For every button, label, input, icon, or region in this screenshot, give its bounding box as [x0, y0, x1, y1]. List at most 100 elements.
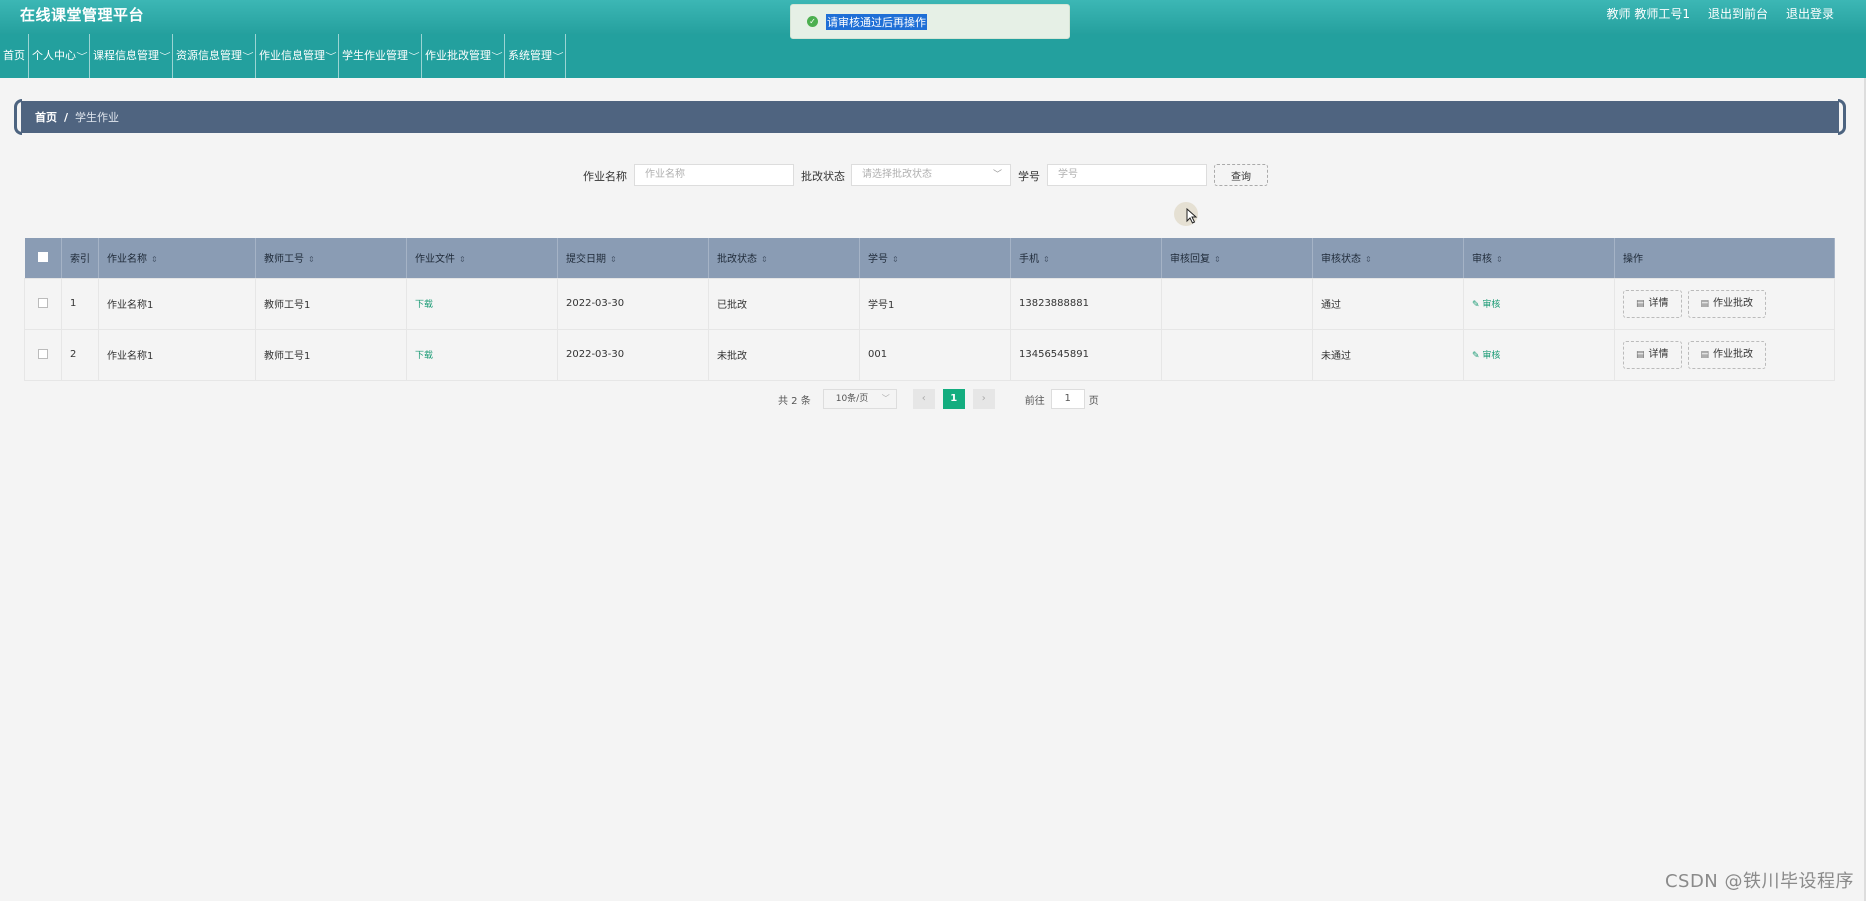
cell-student: 001	[859, 328, 1011, 381]
chevron-down-icon: ﹀	[159, 52, 171, 61]
nav-item-4[interactable]: 作业信息管理﹀	[256, 34, 339, 78]
bracket-right-decoration	[1838, 99, 1846, 135]
nav-item-1[interactable]: 个人中心﹀	[29, 34, 90, 78]
cell-name: 作业名称1	[98, 328, 256, 381]
logout-link[interactable]: 退出登录	[1786, 5, 1834, 22]
column-header-3[interactable]: 作业文件 ⇕	[406, 238, 558, 279]
breadcrumb-bar: 首页 / 学生作业	[14, 99, 1846, 135]
detail-button[interactable]: ▤ 详情	[1623, 340, 1682, 369]
cell-actions: ▤ 详情 ▤ 作业批改	[1614, 328, 1835, 381]
sort-icon[interactable]: ⇕	[1043, 255, 1050, 264]
breadcrumb-home[interactable]: 首页	[35, 109, 57, 125]
document-icon: ▤	[1700, 349, 1710, 360]
cell-phone: 13823888881	[1010, 277, 1162, 330]
table-row: 2 作业名称1 教师工号1 下载 2022-03-30 未批改 001 13456545891…	[24, 328, 1835, 381]
download-link[interactable]: 下载	[415, 351, 433, 361]
sort-icon[interactable]: ⇕	[761, 255, 768, 264]
homework-name-input[interactable]: 作业名称	[634, 164, 794, 186]
nav-item-label: 作业批改管理	[425, 49, 491, 62]
sort-icon[interactable]: ⇕	[308, 255, 315, 264]
review-link[interactable]: ✎ 审核	[1472, 300, 1500, 310]
review-link[interactable]: ✎ 审核	[1472, 351, 1500, 361]
cell-student: 学号1	[859, 277, 1011, 330]
detail-button[interactable]: ▤ 详情	[1623, 289, 1682, 318]
cell-review_status: 未通过	[1312, 328, 1464, 381]
goto-label: 前往	[1024, 395, 1045, 407]
cell-file: 下载	[406, 328, 558, 381]
cell-review: ✎ 审核	[1463, 328, 1615, 381]
sort-icon[interactable]: ⇕	[610, 255, 617, 264]
toast-message: ✓ 请审核通过后再操作	[790, 4, 1070, 39]
sort-icon[interactable]: ⇕	[1365, 255, 1372, 264]
column-header-5[interactable]: 批改状态 ⇕	[708, 238, 860, 279]
page-size-select[interactable]: 10条/页 ﹀	[822, 389, 897, 409]
grade-homework-button[interactable]: ▤ 作业批改	[1687, 340, 1767, 369]
sort-icon[interactable]: ⇕	[1496, 255, 1503, 264]
column-header-1[interactable]: 作业名称 ⇕	[98, 238, 256, 279]
select-all-checkbox[interactable]	[37, 252, 48, 263]
prev-page-button[interactable]: ‹	[912, 389, 935, 409]
column-header-label: 手机	[1019, 254, 1039, 266]
select-all-checkbox-cell[interactable]	[24, 238, 62, 279]
table-header-row: 索引 作业名称 ⇕ 教师工号 ⇕ 作业文件 ⇕ 提交日期 ⇕ 批改状态 ⇕ 学号 ⇕ 手机 ⇕ 审核回复 ⇕ 审核…	[24, 238, 1835, 279]
nav-item-3[interactable]: 资源信息管理﹀	[173, 34, 256, 78]
detail-button-label: 详情	[1648, 297, 1669, 309]
student-id-input[interactable]: 学号	[1047, 164, 1207, 186]
homework-table: 索引 作业名称 ⇕ 教师工号 ⇕ 作业文件 ⇕ 提交日期 ⇕ 批改状态 ⇕ 学号 ⇕ 手机 ⇕ 审核回复 ⇕ 审核…	[24, 238, 1835, 381]
column-header-4[interactable]: 提交日期 ⇕	[557, 238, 709, 279]
column-header-9[interactable]: 审核状态 ⇕	[1312, 238, 1464, 279]
student-id-label: 学号	[1018, 170, 1040, 183]
chevron-down-icon: ﹀	[491, 52, 503, 61]
row-checkbox[interactable]	[38, 349, 48, 359]
nav-item-label: 系统管理	[508, 49, 552, 62]
column-header-label: 操作	[1623, 254, 1643, 266]
row-checkbox[interactable]	[38, 298, 48, 308]
column-header-6[interactable]: 学号 ⇕	[859, 238, 1011, 279]
nav-item-6[interactable]: 作业批改管理﹀	[422, 34, 505, 78]
sort-icon[interactable]: ⇕	[892, 255, 899, 264]
column-header-8[interactable]: 审核回复 ⇕	[1161, 238, 1313, 279]
column-header-label: 作业文件	[415, 254, 455, 266]
column-header-0: 索引	[61, 238, 99, 279]
detail-button-label: 详情	[1648, 348, 1669, 360]
breadcrumb-current: 学生作业	[75, 111, 120, 124]
cell-name: 作业名称1	[98, 277, 256, 330]
edit-icon: ✎	[1472, 351, 1483, 361]
column-header-7[interactable]: 手机 ⇕	[1010, 238, 1162, 279]
watermark: CSDN @铁川毕设程序	[1664, 871, 1854, 892]
cell-grading: 未批改	[708, 328, 860, 381]
nav-item-2[interactable]: 课程信息管理﹀	[90, 34, 173, 78]
query-button[interactable]: 查询	[1214, 164, 1268, 186]
column-header-label: 教师工号	[264, 254, 304, 266]
cell-reply	[1161, 277, 1313, 330]
column-header-label: 审核回复	[1170, 254, 1210, 266]
grade-homework-button[interactable]: ▤ 作业批改	[1687, 289, 1767, 318]
column-header-label: 学号	[868, 254, 888, 266]
nav-item-label: 资源信息管理	[176, 49, 242, 62]
cell-date: 2022-03-30	[557, 328, 709, 381]
current-page-number[interactable]: 1	[942, 389, 965, 409]
cell-actions: ▤ 详情 ▤ 作业批改	[1614, 277, 1835, 330]
column-header-10[interactable]: 审核 ⇕	[1463, 238, 1615, 279]
nav-item-5[interactable]: 学生作业管理﹀	[339, 34, 422, 78]
nav-item-7[interactable]: 系统管理﹀	[505, 34, 566, 78]
sort-icon[interactable]: ⇕	[151, 255, 158, 264]
column-header-11: 操作	[1614, 238, 1835, 279]
review-link-label: 审核	[1482, 300, 1501, 310]
sort-icon[interactable]: ⇕	[459, 255, 466, 264]
cell-index: 2	[61, 328, 99, 381]
document-icon: ▤	[1700, 298, 1710, 309]
toast-text: 请审核通过后再操作	[826, 13, 927, 30]
review-link-label: 审核	[1482, 351, 1501, 361]
pagination: 共 2 条 10条/页 ﹀ ‹ 1 › 前往 1 页	[778, 389, 1099, 409]
back-to-front-link[interactable]: 退出到前台	[1708, 5, 1768, 22]
nav-item-0[interactable]: 首页	[0, 34, 29, 78]
page-size-value: 10条/页	[835, 394, 869, 404]
next-page-button[interactable]: ›	[972, 389, 995, 409]
download-link[interactable]: 下载	[415, 300, 433, 310]
column-header-2[interactable]: 教师工号 ⇕	[255, 238, 407, 279]
sort-icon[interactable]: ⇕	[1214, 255, 1221, 264]
goto-page-input[interactable]: 1	[1050, 389, 1085, 409]
chevron-down-icon: ﹀	[242, 52, 254, 61]
grading-status-select[interactable]: 请选择批改状态 ﹀	[851, 164, 1011, 186]
